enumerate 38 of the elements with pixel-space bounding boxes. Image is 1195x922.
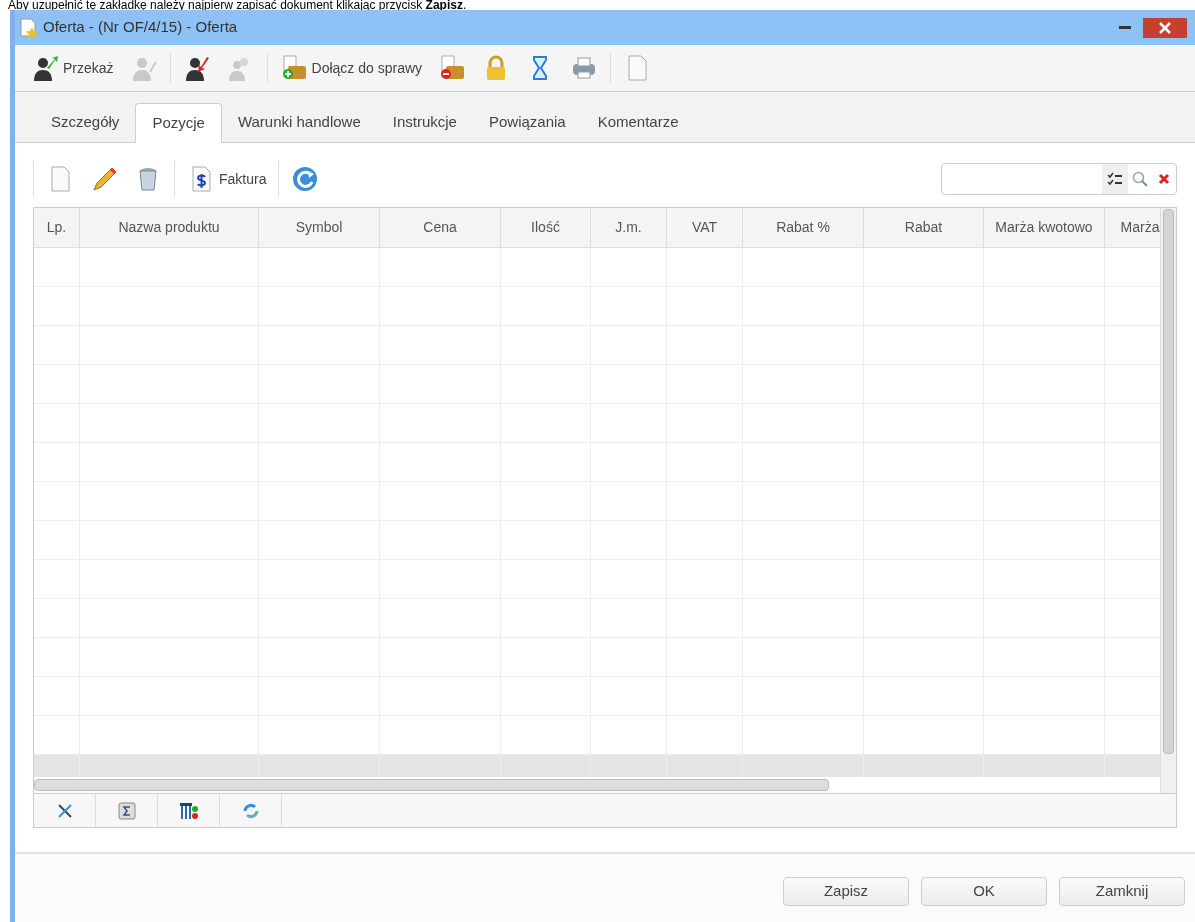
column-header[interactable]: Rabat [864, 208, 984, 247]
pencil-icon [90, 165, 118, 193]
column-header[interactable]: VAT [667, 208, 743, 247]
search-field[interactable] [941, 163, 1177, 195]
window-title: Oferta - (Nr OF/4/15) - Oferta [43, 17, 238, 38]
tab[interactable]: Pozycje [135, 103, 222, 143]
grid-toolbar-button[interactable]: Faktura [183, 161, 271, 197]
column-header[interactable]: Nazwa produktu [80, 208, 259, 247]
column-header[interactable]: Symbol [259, 208, 380, 247]
horizontal-scrollbar[interactable] [34, 779, 829, 791]
dialog-button[interactable]: Zamknij [1059, 876, 1185, 906]
column-header[interactable]: Marża kwotowo [984, 208, 1105, 247]
dialog-button[interactable]: Zapisz [783, 876, 909, 906]
checklist-icon [1107, 171, 1123, 187]
tab[interactable]: Powiązania [472, 102, 582, 142]
tab[interactable]: Instrukcje [376, 102, 473, 142]
column-header[interactable]: Cena [380, 208, 501, 247]
sigma-icon [117, 801, 136, 820]
column-header[interactable]: Rabat % [743, 208, 864, 247]
briefcase-remove-icon [438, 54, 467, 82]
toolbar-button[interactable]: Przekaż [27, 50, 118, 86]
tab[interactable]: Szczegóły [35, 102, 136, 142]
close-icon [1158, 173, 1170, 185]
tab[interactable]: Warunki handlowe [221, 102, 377, 142]
search-icon [1132, 171, 1148, 187]
columns-icon [178, 800, 199, 821]
toolbar-button[interactable]: Dołącz do sprawy [275, 50, 427, 86]
close-button[interactable] [1143, 17, 1187, 38]
user-arrow-icon [31, 54, 59, 82]
vertical-scrollbar[interactable] [1163, 209, 1174, 754]
document-star-icon [19, 17, 39, 38]
column-header[interactable]: Ilość [501, 208, 591, 247]
close-icon [1159, 21, 1171, 34]
refresh-icon [291, 165, 320, 193]
tab[interactable]: Komentarze [581, 102, 695, 142]
column-header[interactable]: J.m. [591, 208, 667, 247]
column-header[interactable]: Lp. [34, 208, 80, 247]
dialog-button[interactable]: OK [921, 876, 1047, 906]
